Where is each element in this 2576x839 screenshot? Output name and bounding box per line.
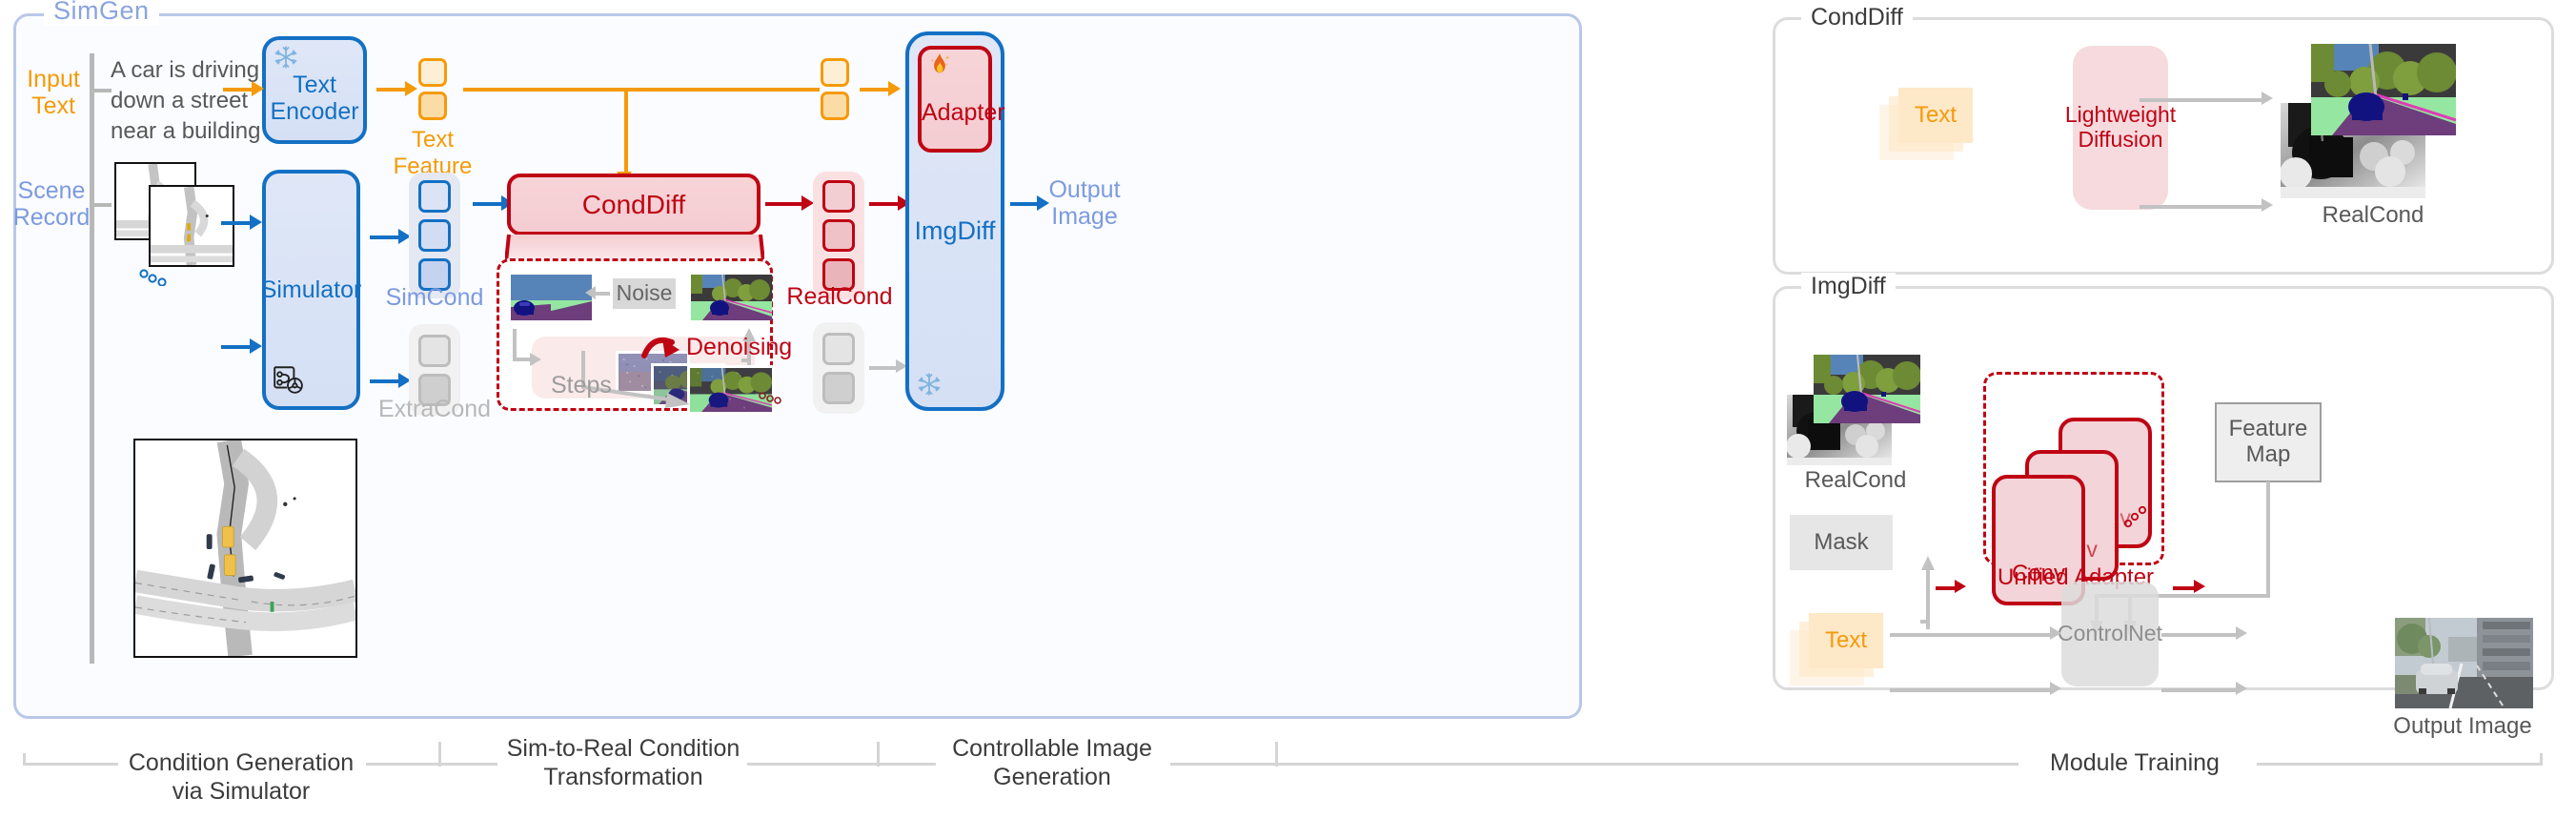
input-rail-tick-scene [94, 203, 112, 207]
token-text-right-2 [821, 91, 849, 120]
caption-2-text: Sim-to-Real Condition Transformation [506, 735, 740, 790]
text-feature-tokens [416, 55, 450, 122]
arrow-mask-up [1918, 553, 1947, 634]
token-text-2 [418, 91, 447, 120]
realcond-label: RealCond [786, 283, 893, 310]
token-real-1 [822, 180, 855, 213]
ellipsis-dots-icon [139, 269, 170, 291]
conddiff-label: CondDiff [581, 189, 686, 219]
flame-icon [927, 52, 952, 86]
noise-label: Noise [613, 278, 676, 309]
output-photo [2395, 618, 2533, 708]
lightweight-diffusion-label: Lightweight Diffusion [2064, 102, 2177, 152]
conddiff-panel-realcond-label: RealCond [2322, 202, 2424, 228]
imgdiff-panel-realcond-label: RealCond [1804, 467, 1907, 493]
input-rail-tick-text [94, 89, 112, 92]
arrow-controlnet-to-output-bottom [2161, 688, 2236, 692]
seg-image-imgdiff [1814, 355, 1920, 423]
conddiff-panel-title: CondDiff [1801, 4, 1913, 31]
input-text-label: Input Text [27, 66, 80, 119]
arrowhead-prompt-to-encoder [252, 81, 264, 96]
arrow-conddiff-to-realcond [765, 202, 801, 206]
extracond-label: ExtraCond [377, 396, 492, 422]
mask-box: Mask [1790, 515, 1893, 570]
arrowhead-text-to-controlnet-top [2050, 626, 2061, 640]
arrow-extracond-to-imgdiff [869, 366, 896, 370]
adapter-label: Adapter [922, 99, 1005, 126]
caption-1-line1: Condition Generation via Simulator [128, 749, 355, 805]
simcond-label: SimCond [385, 284, 484, 311]
token-text-1 [418, 57, 447, 87]
arrow-imgdiff-to-output [1010, 202, 1037, 206]
text-encoder-box[interactable]: Text Encoder [262, 36, 367, 144]
arrowhead-text-to-controlnet-bottom [2050, 682, 2061, 695]
token-real-2 [822, 219, 855, 252]
token-sim-1 [418, 180, 451, 213]
input-rail [90, 53, 94, 664]
output-image-label: Output Image [1048, 176, 1121, 230]
arrowhead-scene-to-simulator-top [250, 215, 262, 230]
arrow-feature-to-adapter [860, 88, 888, 92]
arrow-diffusion-to-seg [2140, 98, 2262, 102]
arrow-left-down-denoise [511, 329, 543, 378]
text-feature-tokens-right [818, 55, 852, 122]
conddiff-panel-text-label: Text [1914, 101, 1957, 128]
arrowhead-noise-to-left [585, 286, 596, 299]
arrowhead-controlnet-to-output-top [2236, 626, 2247, 640]
token-extra-right-2 [822, 371, 855, 404]
denoise-ellipsis-icon [759, 391, 783, 409]
seg-image-conddiff [2311, 44, 2456, 135]
scene-record-label: Scene Record [12, 177, 91, 231]
text-feature-branch-down [624, 90, 628, 174]
realcond-tokens [813, 172, 864, 299]
token-extra-1 [418, 334, 451, 367]
arrow-simulator-to-simcond [370, 235, 398, 239]
arrowhead-diffusion-to-seg [2262, 92, 2273, 105]
arrow-scene-to-simulator-top [221, 221, 250, 225]
arrow-text-to-controlnet-bottom [1890, 688, 2050, 692]
seg-image-noisy-left [511, 275, 592, 320]
arrow-realcond-to-imgdiff [869, 202, 898, 206]
snowflake-icon [274, 45, 298, 74]
imgdiff-label: ImgDiff [914, 216, 996, 245]
scene-map-image [133, 439, 357, 658]
caption-3-text: Controllable Image Generation [952, 735, 1152, 790]
extracond-tokens-right [813, 322, 864, 414]
conddiff-box[interactable]: CondDiff [507, 174, 761, 235]
arrow-prompt-to-encoder [223, 88, 252, 92]
arrow-simcond-to-conddiff [473, 202, 501, 206]
arrow-text-to-controlnet-top [1890, 633, 2050, 637]
scene-record-thumb-front [149, 185, 234, 267]
arrow-map-to-simulator [221, 345, 250, 349]
output-photo-label: Output Image [2393, 713, 2532, 739]
token-sim-2 [418, 219, 451, 252]
arrow-diffusion-to-depth [2140, 205, 2262, 209]
imgdiff-panel-text-label: Text [1824, 626, 1867, 653]
arrowhead-realcond-to-adapter [1955, 580, 1966, 593]
arrowhead-controlnet-to-output-bottom [2236, 682, 2247, 695]
arrowhead-diffusion-to-depth [2262, 198, 2273, 212]
route-steering-icon [272, 363, 304, 400]
feature-map-box[interactable]: Feature Map [2215, 402, 2322, 482]
steps-label: Steps [551, 372, 612, 399]
token-text-right-1 [821, 57, 849, 87]
simcond-tokens [409, 173, 460, 298]
arrow-encoder-to-feature [376, 88, 405, 92]
arrowhead-map-to-simulator [250, 338, 262, 354]
imgdiff-panel-title: ImgDiff [1801, 273, 1896, 300]
token-extra-right-1 [822, 332, 855, 365]
arrowhead-feature-to-adapter [888, 81, 901, 96]
snowflake-icon-imgdiff [917, 372, 942, 401]
arrow-controlnet-to-output-top [2161, 633, 2236, 637]
seg-image-right [691, 274, 773, 320]
arrow-simulator-to-extracond [370, 379, 398, 383]
controlnet-label: ControlNet [2058, 621, 2162, 646]
simgen-title: SimGen [44, 0, 159, 26]
text-feature-bus-line [463, 88, 820, 92]
adapter-box[interactable]: Adapter [918, 46, 1005, 153]
caption-4-line1: Module Training [2050, 749, 2220, 776]
simulator-box[interactable]: Simulator [261, 170, 361, 410]
